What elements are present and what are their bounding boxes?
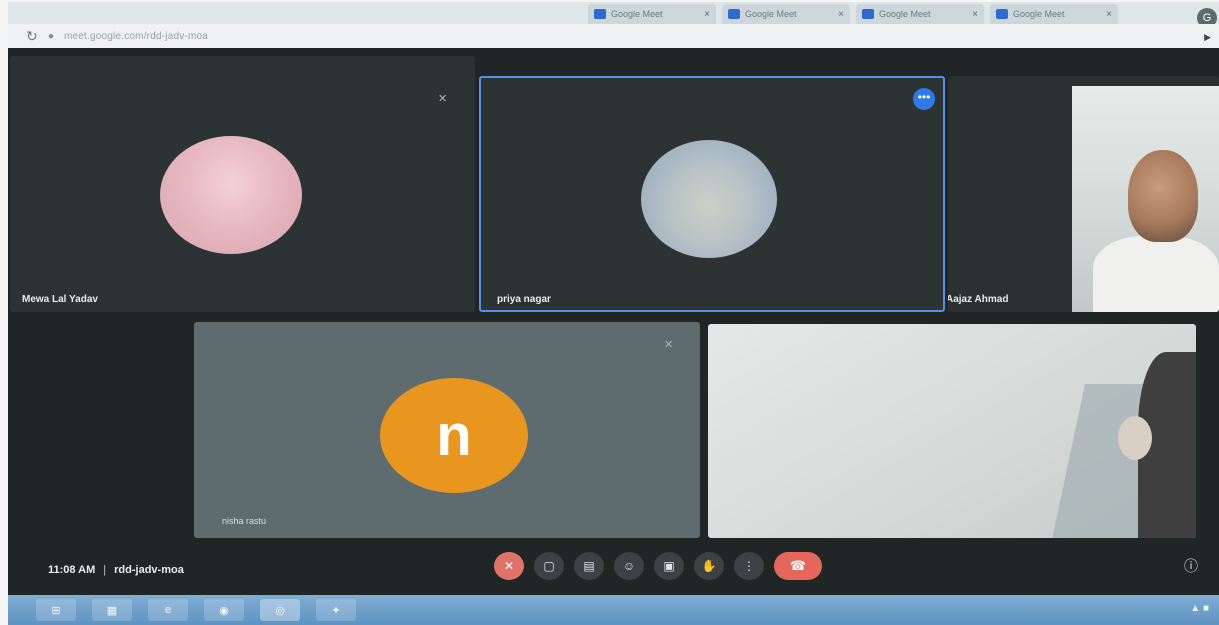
participant-initial-avatar: n: [380, 378, 528, 493]
tab-strip: Google Meet × Google Meet × Google Meet …: [588, 4, 1118, 26]
cast-icon[interactable]: ▶: [1204, 32, 1211, 43]
participant-name: priya nagar: [497, 294, 551, 305]
url-text[interactable]: meet.google.com/rdd-jadv-moa: [64, 31, 208, 42]
tab-close-icon[interactable]: ×: [704, 9, 710, 20]
emoji-icon[interactable]: ☺: [614, 552, 644, 580]
participant-video: [1118, 416, 1152, 460]
meeting-time: 11:08 AM: [48, 564, 96, 576]
browser-tab[interactable]: Google Meet ×: [990, 4, 1118, 24]
chrome-icon[interactable]: ◎: [260, 599, 300, 621]
separator: |: [103, 564, 107, 576]
tab-close-icon[interactable]: ×: [972, 9, 978, 20]
mic-off-icon: ✕: [438, 93, 448, 105]
internet-explorer-icon[interactable]: e: [148, 599, 188, 621]
raise-hand-icon[interactable]: ✋: [694, 552, 724, 580]
meeting-code: rdd-jadv-moa: [114, 564, 184, 576]
call-controls: ✕ ▢ ▤ ☺ ▣ ✋ ⋮ ☎: [494, 552, 822, 580]
participant-tile-active-speaker[interactable]: ••• priya nagar: [479, 76, 945, 312]
participant-video-body: [1093, 236, 1219, 312]
meet-favicon-icon: [594, 9, 606, 19]
tab-close-icon[interactable]: ×: [1106, 9, 1112, 20]
participant-avatar: [160, 136, 302, 254]
end-call-icon[interactable]: ☎: [774, 552, 822, 580]
browser-tab[interactable]: Google Meet ×: [856, 4, 984, 24]
tab-label: Google Meet: [611, 9, 663, 19]
reload-icon[interactable]: ↻: [26, 28, 48, 45]
tab-label: Google Meet: [879, 9, 931, 19]
camera-icon[interactable]: ▢: [534, 552, 564, 580]
participant-name: nisha rastu: [222, 516, 267, 526]
present-icon[interactable]: ▣: [654, 552, 684, 580]
meet-favicon-icon: [728, 9, 740, 19]
browser-tab[interactable]: Google Meet ×: [722, 4, 850, 24]
mic-off-icon: ✕: [664, 339, 674, 351]
meeting-info-icon[interactable]: ⓘ: [1184, 556, 1198, 576]
meet-favicon-icon: [862, 9, 874, 19]
participant-avatar: [641, 140, 777, 258]
participant-tile[interactable]: ✕ Mewa Lal Yadav: [10, 56, 475, 312]
address-bar[interactable]: ↻ ● meet.google.com/rdd-jadv-moa: [8, 24, 1219, 48]
folder-icon[interactable]: ▦: [92, 599, 132, 621]
system-tray-icon[interactable]: ▲ ■: [1190, 603, 1209, 614]
browser-chrome: Google Meet × Google Meet × Google Meet …: [8, 2, 1219, 48]
participant-tile[interactable]: Aajaz Ahmad: [948, 76, 1219, 312]
browser-tab[interactable]: Google Meet ×: [588, 4, 716, 24]
screenshot: Google Meet × Google Meet × Google Meet …: [8, 2, 1219, 625]
tab-close-icon[interactable]: ×: [838, 9, 844, 20]
media-icon[interactable]: ◉: [204, 599, 244, 621]
participant-name: Mewa Lal Yadav: [22, 294, 98, 305]
mic-off-icon[interactable]: ✕: [494, 552, 524, 580]
meet-favicon-icon: [996, 9, 1008, 19]
more-options-icon[interactable]: •••: [913, 88, 935, 110]
participant-video-head: [1128, 150, 1198, 242]
participant-tile[interactable]: n ✕ nisha rastu: [194, 322, 700, 538]
more-options-icon[interactable]: ⋮: [734, 552, 764, 580]
lock-icon: ●: [48, 30, 55, 42]
taskbar-items: ⊞ ▦ e ◉ ◎ ✦: [36, 599, 356, 621]
participant-tile[interactable]: [708, 324, 1196, 538]
app-icon[interactable]: ✦: [316, 599, 356, 621]
captions-icon[interactable]: ▤: [574, 552, 604, 580]
meeting-area: ✕ Mewa Lal Yadav ••• priya nagar Aajaz A…: [8, 48, 1219, 595]
participant-name: Aajaz Ahmad: [948, 294, 1009, 305]
meeting-details: 11:08 AM | rdd-jadv-moa: [48, 564, 184, 576]
tab-label: Google Meet: [1013, 9, 1065, 19]
tab-label: Google Meet: [745, 9, 797, 19]
start-icon[interactable]: ⊞: [36, 599, 76, 621]
taskbar: ⊞ ▦ e ◉ ◎ ✦ ▲ ■: [8, 595, 1219, 625]
